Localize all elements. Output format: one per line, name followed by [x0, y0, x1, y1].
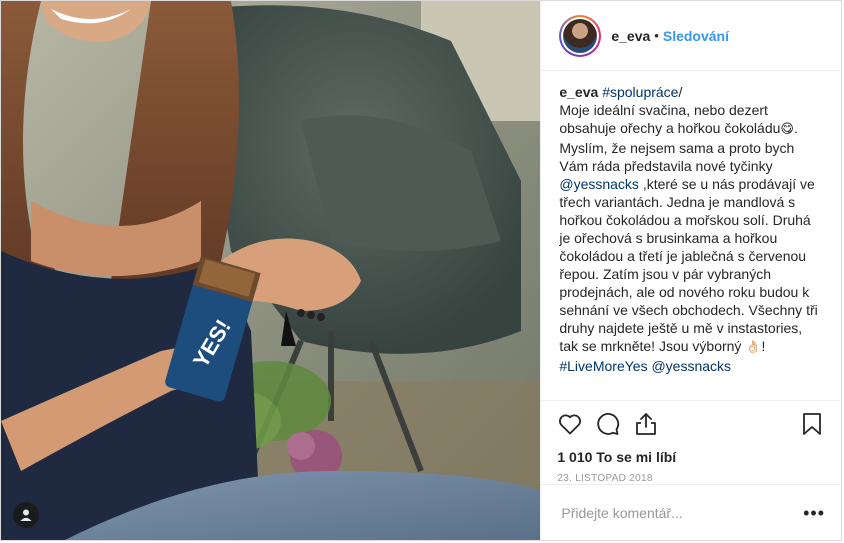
caption-text-3: ,které se u nás prodávají ve třech varia… — [559, 176, 818, 354]
user-tag-icon — [20, 509, 32, 521]
header-separator: • — [654, 28, 659, 43]
hashtag-livemoreyes[interactable]: #LiveMoreYes — [559, 358, 647, 374]
hashtag-spoluprace[interactable]: #spolupráce — [602, 84, 678, 100]
mention-yessnacks[interactable]: @yessnacks — [559, 176, 639, 192]
post-actions: 1 010 To se mi líbí 23. LISTOPAD 2018 — [541, 400, 841, 484]
header-username[interactable]: e_eva — [611, 28, 650, 44]
caption-username[interactable]: e_eva — [559, 84, 598, 100]
more-options-button[interactable]: ••• — [803, 504, 825, 522]
avatar-image — [563, 18, 598, 53]
yum-emoji-icon: 😋 — [780, 122, 794, 137]
post-photo-illustration: YES! — [1, 1, 541, 540]
follow-button[interactable]: Sledování — [663, 28, 729, 44]
share-icon — [636, 413, 657, 435]
post-date[interactable]: 23. LISTOPAD 2018 — [557, 473, 825, 484]
likes-summary[interactable]: 1 010 To se mi líbí — [557, 449, 825, 465]
post-side-panel: e_eva • Sledování e_eva #spolupráce/ Moj… — [540, 1, 841, 540]
action-icon-row — [557, 409, 825, 439]
ok-hand-emoji-icon: 👌🏻 — [745, 340, 762, 355]
like-button[interactable] — [557, 411, 583, 437]
instagram-post: YES! e_eva • Sledování e_eva #spolupráce… — [0, 0, 842, 541]
heart-icon — [559, 414, 582, 435]
caption-slash: / — [678, 84, 683, 100]
likes-count: 1 010 — [557, 449, 593, 465]
bookmark-icon — [803, 413, 821, 435]
likes-label: To se mi líbí — [596, 449, 677, 465]
comment-button[interactable] — [595, 411, 621, 437]
post-photo[interactable]: YES! — [1, 1, 541, 540]
comment-input[interactable] — [559, 503, 804, 522]
comment-icon — [597, 413, 620, 435]
user-tag-button[interactable] — [13, 502, 39, 528]
avatar[interactable] — [559, 14, 602, 57]
mention-yessnacks-2[interactable]: @yessnacks — [651, 358, 731, 374]
caption-text-1: Moje ideální svačina, nebo dezert obsahu… — [559, 102, 781, 136]
post-header: e_eva • Sledování — [541, 1, 841, 71]
save-button[interactable] — [799, 411, 825, 437]
comment-box: ••• — [541, 484, 841, 540]
caption-text-4: ! — [761, 338, 766, 354]
post-caption: e_eva #spolupráce/ Moje ideální svačina,… — [541, 71, 841, 400]
share-button[interactable] — [633, 411, 659, 437]
